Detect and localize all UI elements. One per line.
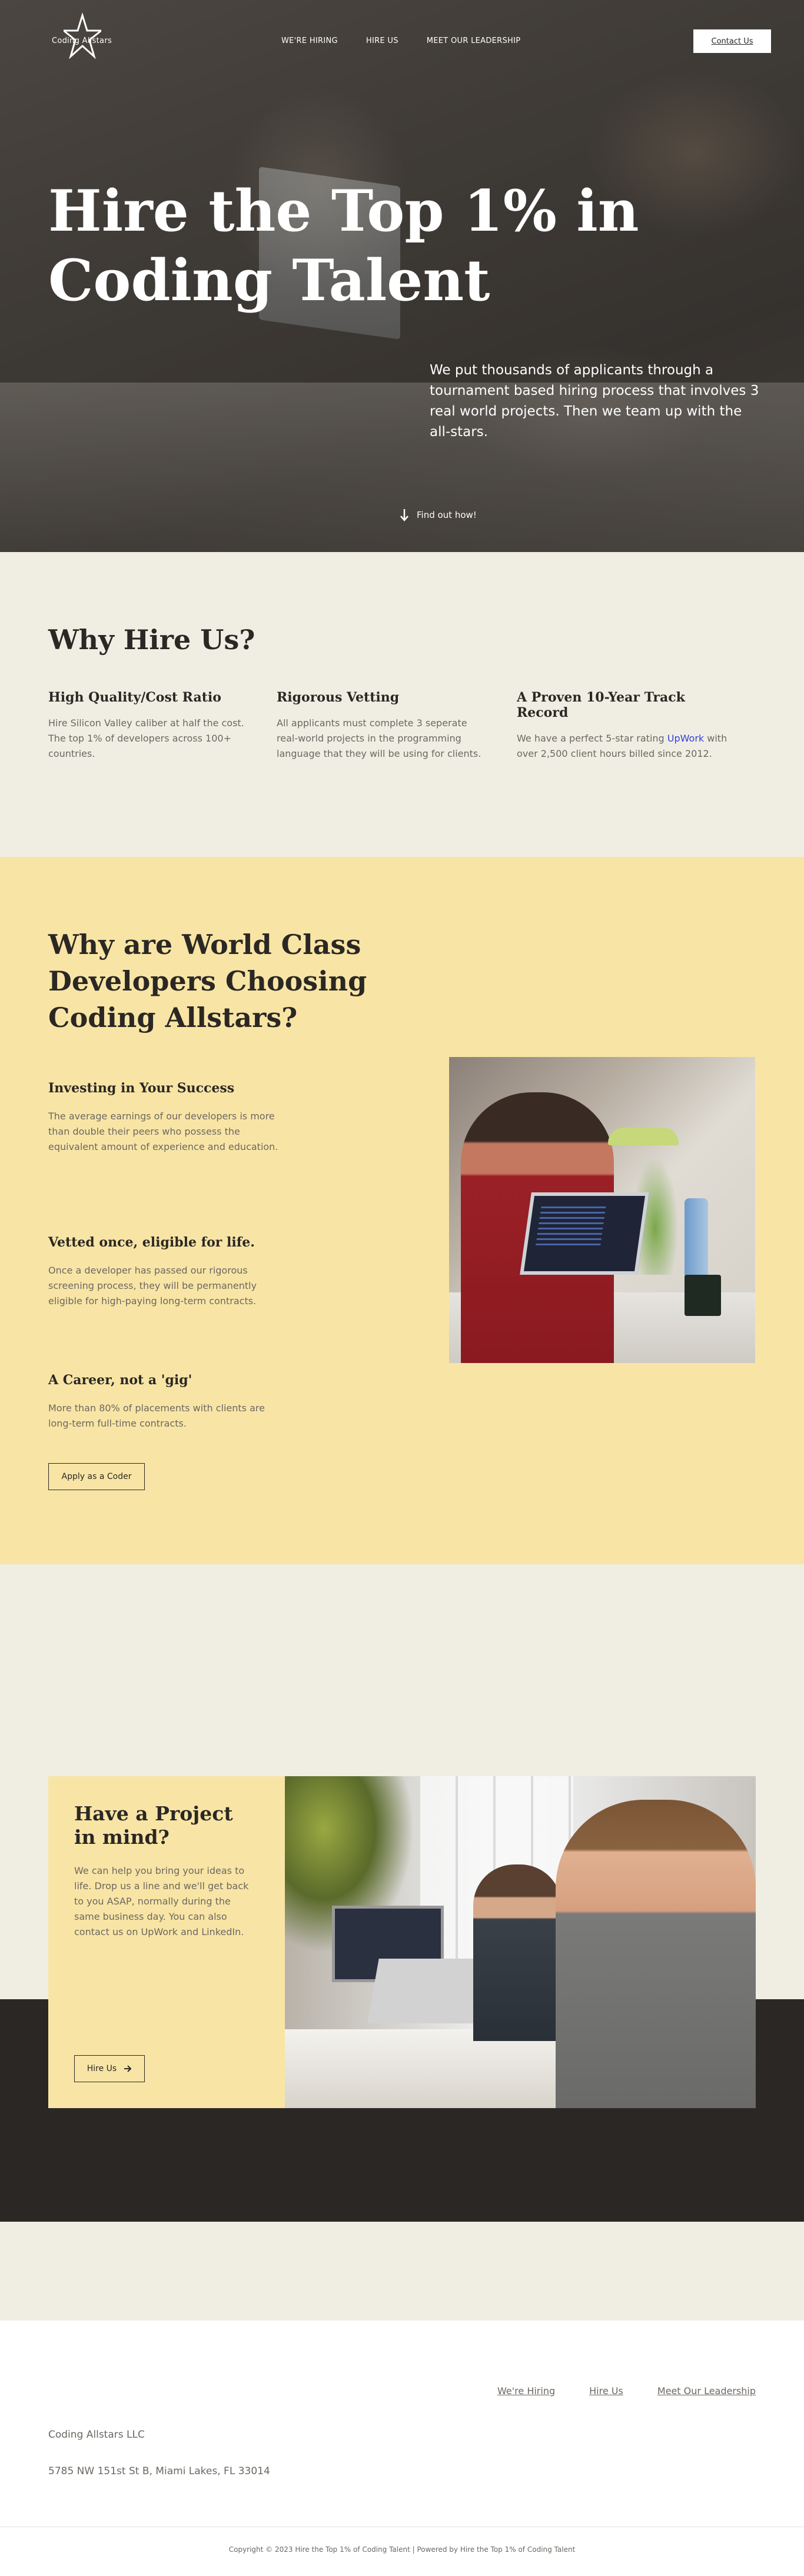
company-address: 5785 NW 151st St B, Miami Lakes, FL 3301… xyxy=(48,2465,270,2477)
nav-item-were-hiring[interactable]: WE'RE HIRING xyxy=(281,36,338,45)
arrow-right-icon xyxy=(124,2065,132,2072)
logo-text: Coding Allstars xyxy=(51,36,112,45)
feature-text: Once a developer has passed our rigorous… xyxy=(48,1265,257,1307)
main-nav: WE'RE HIRING HIRE US MEET OUR LEADERSHIP xyxy=(281,36,520,45)
benefit-column: Rigorous Vetting All applicants must com… xyxy=(277,690,489,762)
apply-as-coder-button[interactable]: Apply as a Coder xyxy=(48,1463,145,1490)
benefit-column: A Proven 10-Year Track Record We have a … xyxy=(517,690,729,762)
hero-subtitle: We put thousands of applicants through a… xyxy=(430,363,759,440)
nav-item-meet-our-leadership[interactable]: MEET OUR LEADERSHIP xyxy=(427,36,521,45)
feature-block: A Career, not a 'gig' More than 80% of p… xyxy=(48,1372,284,1431)
benefit-title: Rigorous Vetting xyxy=(277,690,400,705)
benefit-text: Hire Silicon Valley caliber at half the … xyxy=(48,717,244,759)
feature-block: Investing in Your Success The average ea… xyxy=(48,1081,284,1155)
footer-nav: We're Hiring Hire Us Meet Our Leadership xyxy=(497,2385,756,2396)
benefit-text: We have a perfect 5-star rating UpWork w… xyxy=(517,731,729,762)
world-class-section: Why are World Class Developers Choosing … xyxy=(0,857,804,1564)
feature-block: Vetted once, eligible for life. Once a d… xyxy=(48,1235,284,1309)
feature-text: More than 80% of placements with clients… xyxy=(48,1402,265,1429)
feature-title: Vetted once, eligible for life. xyxy=(48,1235,255,1250)
star-logo-icon xyxy=(64,13,101,59)
photo-mug xyxy=(685,1275,721,1316)
photo-bottle xyxy=(685,1198,708,1281)
benefit-title: High Quality/Cost Ratio xyxy=(48,690,221,705)
hero-title: Hire the Top 1% in Coding Talent xyxy=(48,178,639,314)
copyright-text: Copyright © 2023 Hire the Top 1% of Codi… xyxy=(228,2545,576,2554)
photo-lamp xyxy=(608,1128,679,1145)
project-section: Have a Project in mind? We can help you … xyxy=(0,1564,804,2321)
benefit-title: A Proven 10-Year Track Record xyxy=(517,690,685,720)
project-heading: Have a Project in mind? xyxy=(74,1802,233,1849)
find-out-how-link[interactable]: Find out how! xyxy=(400,508,477,521)
nav-item-hire-us[interactable]: HIRE US xyxy=(366,36,398,45)
top-navigation: Coding Allstars WE'RE HIRING HIRE US MEE… xyxy=(0,0,804,82)
feature-title: A Career, not a 'gig' xyxy=(48,1372,192,1388)
photo-developer xyxy=(473,1864,562,2041)
company-name: Coding Allstars LLC xyxy=(48,2429,145,2441)
photo-developer xyxy=(556,1800,756,2108)
hire-us-label: Hire Us xyxy=(87,2064,117,2073)
photo-laptop xyxy=(367,1959,485,2023)
developer-photo xyxy=(449,1057,755,1363)
feature-title: Investing in Your Success xyxy=(48,1081,235,1096)
team-photo xyxy=(285,1776,756,2108)
benefit-text: All applicants must complete 3 seperate … xyxy=(277,717,481,759)
upwork-link[interactable]: UpWork xyxy=(667,733,704,744)
hero-section: Coding Allstars WE'RE HIRING HIRE US MEE… xyxy=(0,0,804,552)
site-footer: We're Hiring Hire Us Meet Our Leadership… xyxy=(0,2321,804,2576)
world-class-heading: Why are World Class Developers Choosing … xyxy=(48,929,367,1033)
why-hire-us-section: Why Hire Us? High Quality/Cost Ratio Hir… xyxy=(0,552,804,857)
benefit-column: High Quality/Cost Ratio Hire Silicon Val… xyxy=(48,690,260,762)
benefit-text-start: We have a perfect 5-star rating xyxy=(517,733,667,744)
site-logo[interactable]: Coding Allstars xyxy=(46,13,118,64)
find-out-how-label: Find out how! xyxy=(417,510,477,520)
hire-us-button[interactable]: Hire Us xyxy=(74,2055,145,2082)
footer-link-were-hiring[interactable]: We're Hiring xyxy=(497,2385,555,2396)
footer-link-hire-us[interactable]: Hire Us xyxy=(589,2385,623,2396)
feature-text: The average earnings of our developers i… xyxy=(48,1111,278,1152)
project-card: Have a Project in mind? We can help you … xyxy=(48,1776,285,2108)
contact-us-button[interactable]: Contact Us xyxy=(693,29,771,53)
project-text: We can help you bring your ideas to life… xyxy=(74,1865,249,1937)
why-hire-heading: Why Hire Us? xyxy=(48,624,255,656)
arrow-down-icon xyxy=(400,509,408,521)
footer-link-meet-our-leadership[interactable]: Meet Our Leadership xyxy=(657,2385,756,2396)
photo-laptop xyxy=(520,1192,649,1275)
